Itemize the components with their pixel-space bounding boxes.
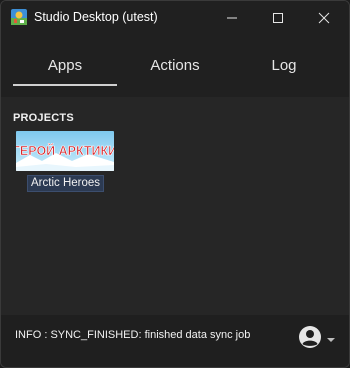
status-message: INFO : SYNC_FINISHED: finished data sync… (15, 329, 251, 341)
studio-app-icon (11, 9, 27, 25)
project-tile-arctic-heroes[interactable]: ГЕРОЙ АРКТИКИ Arctic Heroes (15, 131, 117, 192)
status-bar: INFO : SYNC_FINISHED: finished data sync… (1, 315, 349, 367)
projects-section-title: PROJECTS (13, 112, 74, 124)
tab-log[interactable]: Log (232, 34, 336, 97)
project-thumbnail: ГЕРОЙ АРКТИКИ (16, 131, 114, 171)
app-window: Studio Desktop (utest) Apps Actions Log … (0, 0, 350, 368)
window-title: Studio Desktop (utest) (34, 10, 158, 24)
user-account-icon (299, 326, 321, 348)
active-tab-indicator (13, 84, 117, 86)
minimize-button[interactable] (209, 1, 255, 34)
thumbnail-title: ГЕРОЙ АРКТИКИ (16, 143, 114, 158)
close-icon (318, 12, 330, 23)
close-button[interactable] (301, 1, 347, 34)
user-menu-button[interactable] (298, 324, 338, 350)
maximize-button[interactable] (255, 1, 301, 34)
tab-apps[interactable]: Apps (13, 34, 117, 97)
tab-bar: Apps Actions Log (1, 34, 349, 97)
minimize-icon (227, 17, 237, 18)
title-bar[interactable]: Studio Desktop (utest) (1, 1, 349, 34)
chevron-down-icon (327, 338, 335, 342)
project-label[interactable]: Arctic Heroes (27, 175, 105, 192)
maximize-icon (273, 12, 283, 23)
apps-panel: PROJECTS ГЕРОЙ АРКТИКИ Arctic Heroes (1, 97, 349, 315)
tab-actions[interactable]: Actions (123, 34, 227, 97)
